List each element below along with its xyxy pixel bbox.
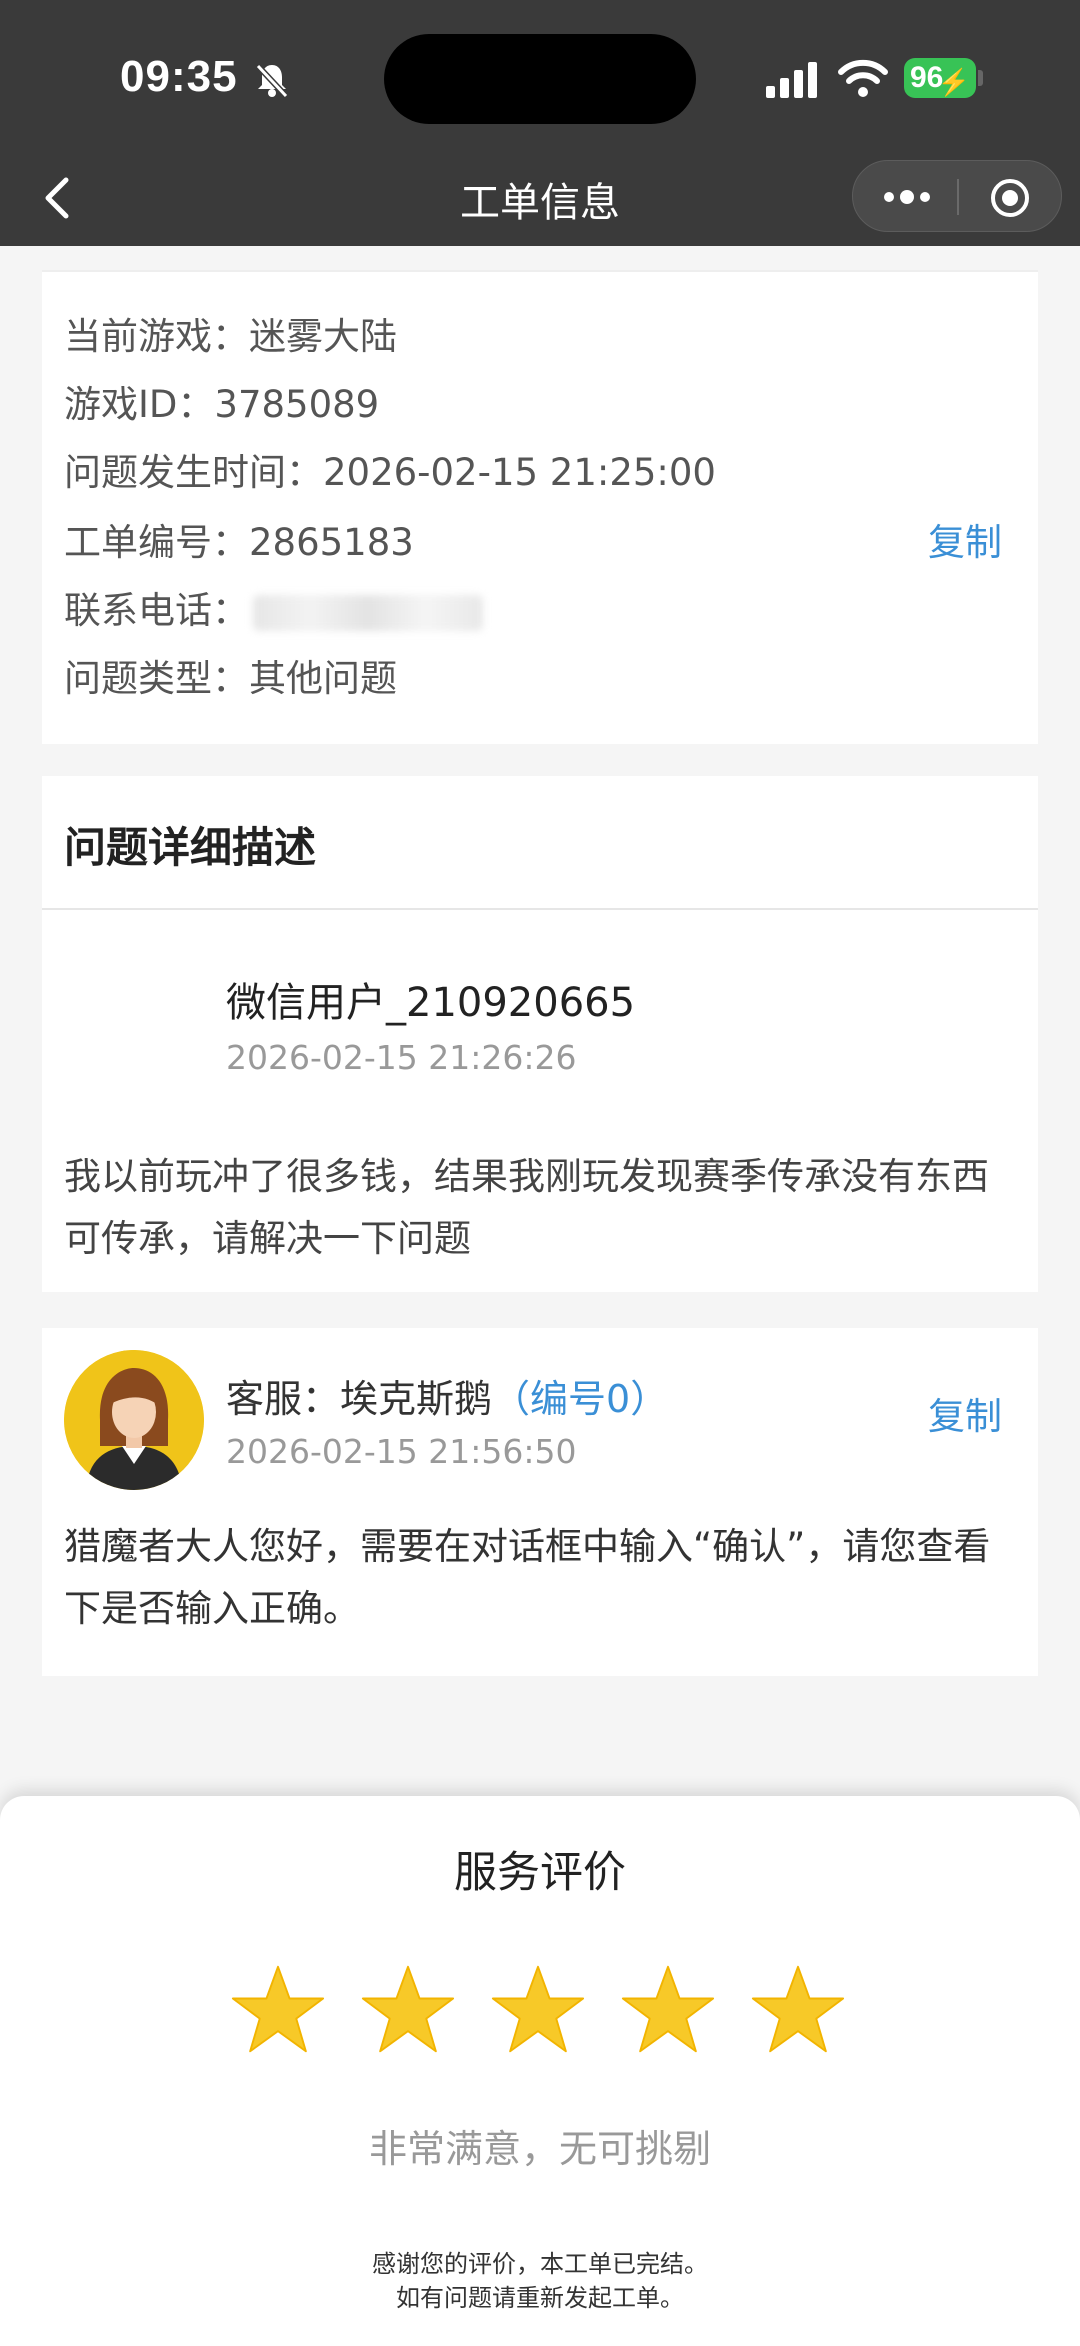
issue-type: 问题类型：其他问题 [64, 657, 397, 700]
star-icon[interactable] [230, 1962, 326, 2058]
charging-bolt-icon: ⚡ [937, 67, 970, 97]
agent-reply-card: 客服：埃克斯鹅（编号0） 复制 2026-02-15 21:56:50 猎魔者大… [42, 1328, 1038, 1676]
battery-tip [978, 70, 983, 86]
ticket-number: 工单编号：2865183 [64, 521, 414, 564]
agent-id: （编号0） [492, 1377, 669, 1421]
game-id: 游戏ID：3785089 [64, 383, 380, 426]
mini-program-capsule [852, 160, 1062, 232]
thanks-text-line1: 感谢您的评价，本工单已完结。 [372, 2250, 708, 2278]
close-target-icon[interactable] [989, 177, 1031, 219]
ticket-info-card: 当前游戏：迷雾大陆 游戏ID：3785089 问题发生时间：2026-02-15… [42, 270, 1038, 744]
nav-bar: 工单信息 [0, 150, 1080, 246]
rating-sheet: 服务评价 非常满意，无可挑剔 感谢您的评价，本工单已完结。 如有问题请重新发起工… [0, 1796, 1080, 2346]
status-bar: 09:35 96 ⚡ [0, 0, 1080, 150]
agent-name-row: 客服：埃克斯鹅（编号0） [226, 1368, 668, 1423]
game-name: 当前游戏：迷雾大陆 [64, 315, 397, 358]
agent-avatar-icon [64, 1350, 204, 1490]
star-icon[interactable] [360, 1962, 456, 2058]
divider [42, 908, 1038, 910]
user-message: 我以前玩冲了很多钱，结果我刚玩发现赛季传承没有东西可传承，请解决一下问题 [64, 1155, 989, 1260]
star-rating [230, 1962, 850, 2062]
user-name: 微信用户_210920665 [226, 980, 636, 1026]
copy-ticket-button[interactable]: 复制 [928, 512, 1002, 566]
star-icon[interactable] [750, 1962, 846, 2058]
phone-row: 联系电话： [64, 580, 483, 634]
description-header: 问题详细描述 [64, 823, 317, 872]
battery-indicator: 96 ⚡ [904, 58, 976, 98]
more-dots-icon[interactable] [881, 185, 933, 209]
dynamic-island [384, 34, 696, 124]
user-message-time: 2026-02-15 21:26:26 [226, 1038, 577, 1077]
description-card: 问题详细描述 微信用户_210920665 2026-02-15 21:26:2… [42, 776, 1038, 1292]
bell-muted-icon [255, 63, 289, 99]
agent-message: 猎魔者大人您好，需要在对话框中输入“确认”，请您查看下是否输入正确。 [64, 1525, 991, 1630]
agent-reply-time: 2026-02-15 21:56:50 [226, 1432, 577, 1471]
agent-name: 客服：埃克斯鹅 [226, 1377, 493, 1421]
phone-label: 联系电话： [64, 589, 249, 632]
issue-time: 问题发生时间：2026-02-15 21:25:00 [64, 451, 716, 494]
wifi-icon [838, 59, 888, 97]
star-icon[interactable] [620, 1962, 716, 2058]
rating-title: 服务评价 [454, 1848, 626, 1898]
rating-verdict: 非常满意，无可挑剔 [368, 2127, 711, 2171]
agent-avatar [64, 1350, 204, 1490]
copy-reply-button[interactable]: 复制 [928, 1386, 1002, 1440]
cellular-signal-icon [766, 62, 817, 98]
status-time: 09:35 [120, 52, 238, 101]
star-icon[interactable] [490, 1962, 586, 2058]
thanks-text-line2: 如有问题请重新发起工单。 [396, 2284, 684, 2312]
capsule-divider [957, 179, 959, 215]
phone-redacted [253, 594, 483, 631]
